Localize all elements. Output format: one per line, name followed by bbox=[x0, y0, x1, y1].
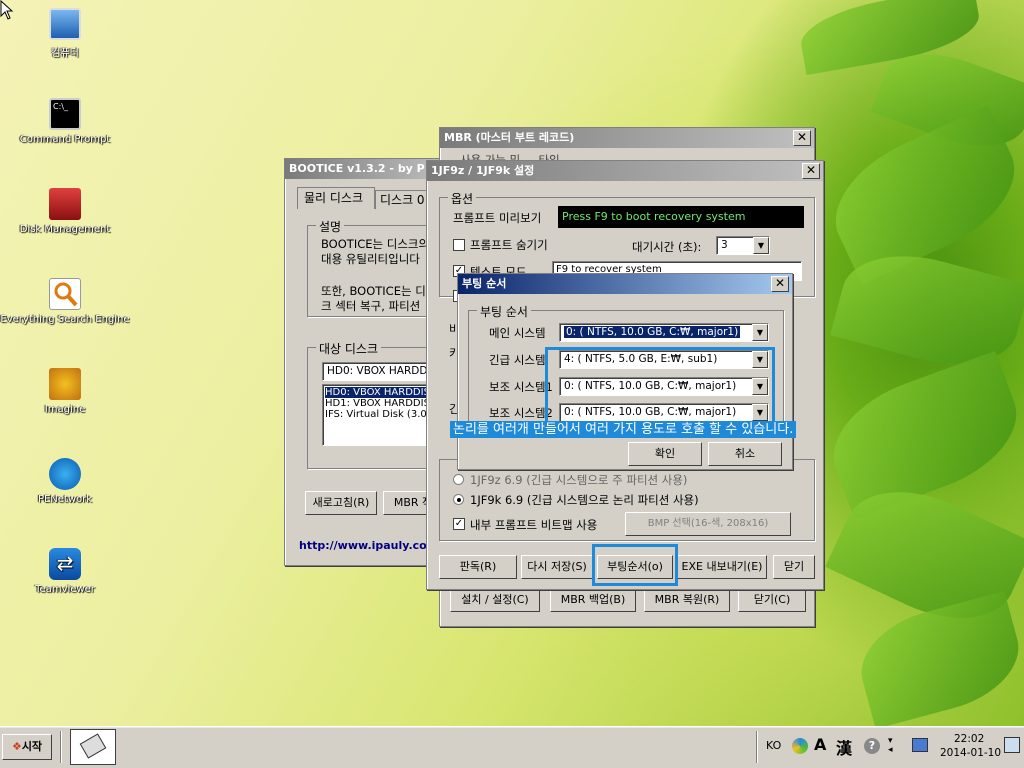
taskbar-app-button[interactable] bbox=[70, 729, 116, 765]
ime-mode-indicator[interactable]: A bbox=[814, 735, 826, 754]
ok-button[interactable]: 확인 bbox=[628, 442, 702, 466]
bitmap-checkbox[interactable]: ✓ bbox=[453, 518, 465, 530]
wallpaper-leaf bbox=[849, 590, 1024, 730]
desktop-icon-penetwork[interactable]: PENetwork bbox=[0, 458, 130, 505]
bitmap-label: 내부 프롬프트 비트맵 사용 bbox=[470, 518, 598, 532]
desktop-icon-label: Teamviewer bbox=[35, 584, 95, 595]
clock-time[interactable]: 22:02 bbox=[954, 733, 984, 745]
desktop-icon-label: 컴퓨터 bbox=[51, 48, 79, 59]
secondary-system2-label: 보조 시스템2 bbox=[489, 406, 553, 420]
emergency-system-label: 긴급 시스템 bbox=[489, 353, 546, 367]
desktop-icon-label: Command Prompt bbox=[19, 134, 111, 145]
desc-text: 또한, BOOTICE는 디 bbox=[321, 284, 426, 298]
bootice-titlebar[interactable]: BOOTICE v1.3.2 - by P bbox=[285, 159, 449, 179]
window-title: 부팅 순서 bbox=[462, 277, 507, 290]
desc-text: 크 섹터 복구, 파티션 bbox=[321, 299, 421, 313]
desc-text: BOOTICE는 디스크의 bbox=[321, 237, 430, 251]
config-titlebar[interactable]: 1JF9z / 1JF9k 설정 ✕ bbox=[427, 161, 823, 181]
refresh-button[interactable]: 새로고침(R) bbox=[305, 491, 377, 515]
windows-logo-icon: ❖ bbox=[11, 740, 22, 753]
imagine-icon bbox=[49, 368, 81, 400]
divider bbox=[60, 731, 62, 763]
cancel-button[interactable]: 취소 bbox=[708, 442, 782, 466]
teamviewer-icon: ⇄ bbox=[49, 548, 81, 580]
preview-label: 프롬프트 미리보기 bbox=[453, 211, 542, 225]
timeout-combo[interactable]: 3 ▼ bbox=[716, 236, 770, 255]
clock-date[interactable]: 2014-01-10 bbox=[940, 747, 1001, 759]
main-system-combo[interactable]: 0: ( NTFS, 10.0 GB, C:₩, major1) ▼ bbox=[559, 323, 769, 342]
exe-export-button[interactable]: EXE 내보내기(E) bbox=[677, 555, 767, 579]
prompt-preview: Press F9 to boot recovery system bbox=[558, 206, 804, 228]
desc-text: 대용 유틸리티입니다 bbox=[321, 252, 420, 266]
timeout-label: 대기시간 (초): bbox=[632, 240, 702, 254]
group-label: 부팅 순서 bbox=[477, 303, 531, 320]
secondary-system1-label: 보조 시스템1 bbox=[489, 380, 553, 394]
chevron-down-icon[interactable]: ▼ bbox=[753, 237, 769, 254]
desktop-icon-label: Imagine bbox=[44, 404, 86, 415]
network-tray-icon[interactable] bbox=[912, 738, 928, 752]
window-title: 1JF9z / 1JF9k 설정 bbox=[431, 164, 535, 177]
language-indicator[interactable]: KO bbox=[766, 739, 781, 752]
radio-1jf9k[interactable] bbox=[453, 494, 464, 505]
desktop-icon-label: Disk Management bbox=[19, 224, 111, 235]
group-label: 대상 디스크 bbox=[316, 340, 382, 357]
help-icon[interactable]: ? bbox=[864, 738, 880, 754]
read-button[interactable]: 판독(R) bbox=[439, 555, 517, 579]
mbr-titlebar[interactable]: MBR (마스터 부트 레코드) ✕ bbox=[440, 128, 814, 148]
website-link[interactable]: http://www.ipauly.com bbox=[299, 539, 438, 552]
desktop-icon-everything[interactable]: Everything Search Engine bbox=[0, 278, 130, 325]
start-label: 시작 bbox=[21, 740, 43, 753]
radio-label: 1JF9z 6.9 (긴급 시스템으로 주 파티션 사용) bbox=[470, 473, 688, 487]
bmp-select-button[interactable]: BMP 선택(16-색, 208x16) bbox=[625, 512, 791, 536]
desktop-icon-disk-management[interactable]: Disk Management bbox=[0, 188, 130, 235]
main-system-label: 메인 시스템 bbox=[489, 326, 546, 340]
ime-options-icon[interactable]: ▾ ◂ bbox=[888, 737, 893, 755]
taskbar: ❖시작 KO A 漢 ? ▾ ◂ 22:02 2014-01-10 bbox=[0, 726, 1024, 768]
window-title: MBR (마스터 부트 레코드) bbox=[444, 131, 575, 144]
radio-1jf9z[interactable] bbox=[453, 474, 464, 485]
chevron-down-icon[interactable]: ▼ bbox=[752, 324, 768, 341]
start-button[interactable]: ❖시작 bbox=[2, 734, 52, 760]
group-label: 설명 bbox=[316, 218, 345, 235]
hide-prompt-label: 프롬프트 숨기기 bbox=[470, 238, 548, 252]
hanja-indicator[interactable]: 漢 bbox=[836, 735, 852, 759]
desktop-icon-computer[interactable]: 컴퓨터 bbox=[0, 8, 130, 59]
tab-physical-disk[interactable]: 물리 디스크 bbox=[297, 187, 375, 209]
window-title: BOOTICE v1.3.2 - by P bbox=[289, 162, 425, 175]
network-icon bbox=[49, 458, 81, 490]
mbr-close-button[interactable]: 닫기(C) bbox=[738, 588, 806, 612]
command-prompt-icon: C:\_ bbox=[49, 98, 81, 130]
radio-label: 1JF9k 6.9 (긴급 시스템으로 논리 파티션 사용) bbox=[470, 493, 699, 507]
close-icon[interactable]: ✕ bbox=[771, 276, 789, 292]
divider bbox=[756, 731, 758, 763]
combo-highlight bbox=[545, 347, 775, 429]
mbr-restore-button[interactable]: MBR 복원(R) bbox=[644, 588, 730, 612]
show-desktop-icon[interactable] bbox=[1004, 737, 1020, 753]
boot-order-titlebar[interactable]: 부팅 순서 ✕ bbox=[458, 274, 792, 294]
everything-search-icon bbox=[49, 278, 81, 310]
desktop-icon-label: Everything Search Engine bbox=[0, 314, 130, 325]
install-config-button[interactable]: 설치 / 설정(C) bbox=[450, 588, 540, 612]
boot-order-highlight bbox=[592, 544, 678, 586]
close-icon[interactable]: ✕ bbox=[793, 130, 811, 146]
resave-button[interactable]: 다시 저장(S) bbox=[521, 555, 593, 579]
hide-prompt-checkbox[interactable] bbox=[453, 239, 465, 251]
close-icon[interactable]: ✕ bbox=[802, 163, 820, 179]
desktop-icon-imagine[interactable]: Imagine bbox=[0, 368, 130, 415]
bootice-app-icon bbox=[79, 733, 107, 759]
desktop-icon-label: PENetwork bbox=[37, 494, 93, 505]
annotation-caption: 논리를 여러개 만들어서 여러 가지 용도로 호출 할 수 있습니다. bbox=[450, 421, 797, 438]
config-close-button[interactable]: 닫기 bbox=[773, 555, 815, 579]
mbr-backup-button[interactable]: MBR 백업(B) bbox=[550, 588, 636, 612]
group-label: 옵션 bbox=[448, 190, 477, 207]
mode-group: 1JF9z 6.9 (긴급 시스템으로 주 파티션 사용) 1JF9k 6.9 … bbox=[439, 459, 815, 541]
ime-icon[interactable] bbox=[792, 738, 808, 754]
disk-management-icon bbox=[49, 188, 81, 220]
computer-icon bbox=[49, 8, 81, 40]
desktop-icon-teamviewer[interactable]: ⇄ Teamviewer bbox=[0, 548, 130, 595]
desktop-icon-command-prompt[interactable]: C:\_ Command Prompt bbox=[0, 98, 130, 145]
